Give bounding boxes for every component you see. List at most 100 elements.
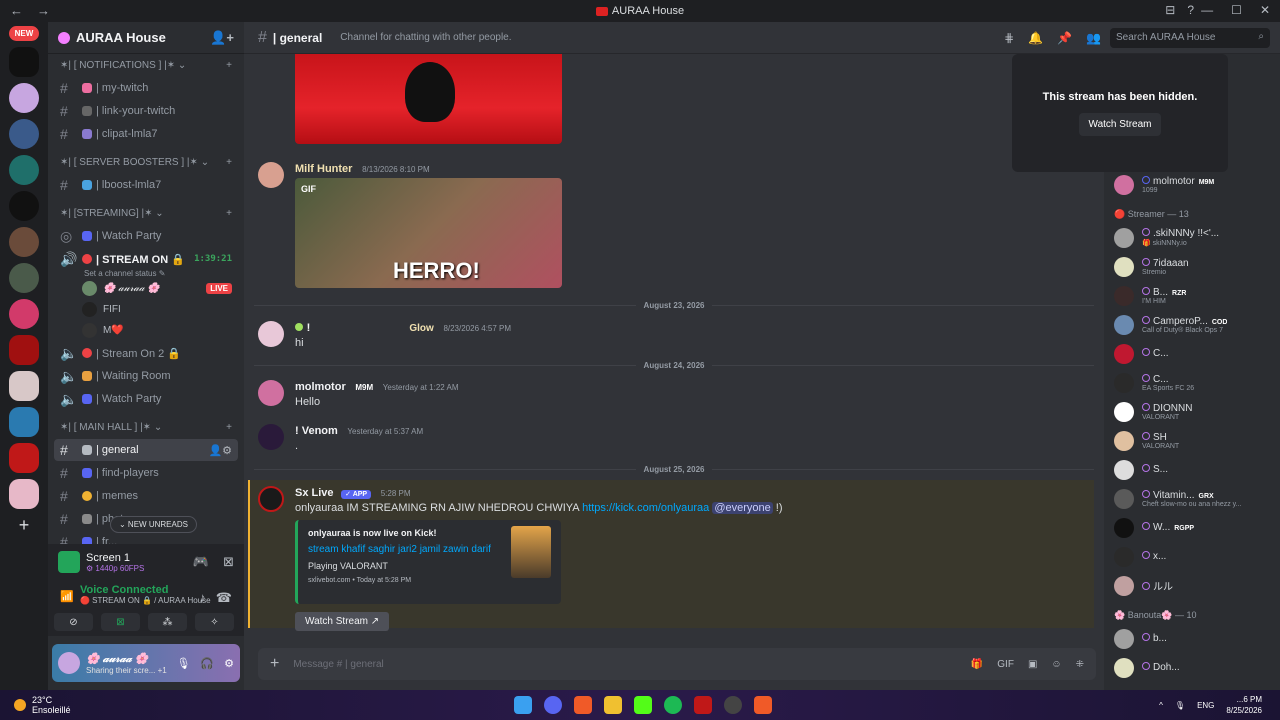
camera-off-button[interactable]: ⊘ <box>54 613 93 631</box>
back-arrow-icon[interactable]: ← <box>10 3 23 18</box>
member-list-icon[interactable]: 👥 <box>1086 31 1101 45</box>
pin-icon[interactable]: 📌 <box>1057 31 1072 45</box>
member-item[interactable]: S... <box>1104 455 1280 484</box>
member-item[interactable]: b... <box>1104 624 1280 653</box>
message-author[interactable]: ! <box>307 322 314 334</box>
channel-memes[interactable]: # | memes <box>54 485 238 507</box>
chevron-up-icon[interactable]: ^ <box>1159 701 1163 710</box>
settings-icon[interactable]: ⚙ <box>224 657 234 670</box>
message-author[interactable]: molmotor <box>295 381 346 393</box>
member-item[interactable]: 7idaaan Stremio <box>1104 252 1280 281</box>
channel-stream-on[interactable]: 🔊 | STREAM ON 🔒 1:39:21 <box>54 248 238 270</box>
threads-icon[interactable]: ⋕ <box>1004 31 1014 45</box>
message-input[interactable]: Message # | general <box>293 659 383 670</box>
channel-watch-party-2[interactable]: 🔈 | Watch Party <box>54 388 238 410</box>
bell-icon[interactable]: 🔔 <box>1028 31 1043 45</box>
member-item[interactable]: ルル <box>1104 571 1280 600</box>
server-icon[interactable] <box>9 47 39 77</box>
server-icon[interactable] <box>9 83 39 113</box>
add-member-icon[interactable]: 👤+ <box>210 30 234 46</box>
server-icon[interactable] <box>9 191 39 221</box>
microphone-icon[interactable]: 🎙 <box>1175 701 1185 710</box>
add-channel-icon[interactable]: + <box>226 422 232 433</box>
voice-user[interactable]: FIFI <box>54 299 238 320</box>
gamepad-icon[interactable]: 🎮 <box>193 554 209 570</box>
soundboard-button[interactable]: ✧ <box>195 613 234 631</box>
server-icon[interactable] <box>9 227 39 257</box>
add-channel-icon[interactable]: + <box>226 157 232 168</box>
gif-image[interactable]: GIF HERRO! <box>295 178 562 288</box>
channel-my-twitch[interactable]: # | my-twitch <box>54 77 238 99</box>
kick-link[interactable]: https://kick.com/onlyauraa <box>582 502 709 514</box>
server-icon[interactable] <box>9 263 39 293</box>
add-channel-icon[interactable]: + <box>226 208 232 219</box>
channel-status-input[interactable]: Set a channel status ✎ <box>54 269 238 278</box>
sticker-icon[interactable]: ▣ <box>1028 659 1037 670</box>
watch-stream-button[interactable]: Watch Stream ↗ <box>295 612 390 631</box>
member-item[interactable]: x... <box>1104 542 1280 571</box>
server-icon[interactable] <box>9 479 39 509</box>
albania-flag-image[interactable] <box>295 54 562 144</box>
channel-link-your-twitch[interactable]: # | link-your-twitch <box>54 100 238 122</box>
server-header[interactable]: AURAA House 👤+ <box>48 22 244 54</box>
steam-icon[interactable] <box>724 696 742 714</box>
member-item[interactable]: Vitamin... GRX Cheft slow-mo ou ana nhezz … <box>1104 484 1280 513</box>
member-item[interactable]: SH VALORANT <box>1104 426 1280 455</box>
category-streaming[interactable]: ✶| [STREAMING] |✶ ⌄ + <box>54 202 238 224</box>
soundboard-icon[interactable]: ♪ <box>199 590 206 606</box>
channel-general[interactable]: # | general 👤⚙ <box>54 439 238 461</box>
invite-settings-icon[interactable]: 👤⚙ <box>208 444 232 457</box>
activities-button[interactable]: ⁂ <box>148 613 187 631</box>
channel-watch-party[interactable]: ◎ | Watch Party <box>54 225 238 247</box>
member-item[interactable]: molmotor M9M 1099 <box>1104 170 1280 199</box>
member-item[interactable]: Doh... <box>1104 653 1280 682</box>
maximize-button[interactable]: ☐ <box>1231 3 1242 17</box>
channel-find-players[interactable]: # | find-players <box>54 462 238 484</box>
channel-topic[interactable]: Channel for chatting with other people. <box>340 32 511 43</box>
file-explorer-icon[interactable] <box>604 696 622 714</box>
server-icon[interactable] <box>9 443 39 473</box>
category-main-hall[interactable]: ✶| [ MAIN HALL ] |✶ ⌄ + <box>54 416 238 438</box>
new-badge[interactable]: NEW <box>8 26 40 41</box>
microphone-icon[interactable]: 🎙 <box>176 657 190 670</box>
channel-clipat[interactable]: # | clipat-lmla7 <box>54 123 238 145</box>
inbox-icon[interactable]: ⊟ <box>1165 3 1175 17</box>
avatar[interactable] <box>258 380 284 406</box>
message-author[interactable]: Sx Live <box>295 487 334 499</box>
server-icon[interactable] <box>9 299 39 329</box>
member-item[interactable]: CamperoP... COD Call of Duty® Black Ops 7 <box>1104 310 1280 339</box>
voice-user[interactable]: M❤️ <box>54 320 238 341</box>
server-icon[interactable] <box>9 155 39 185</box>
minimize-button[interactable]: — <box>1201 3 1213 17</box>
windows-start-icon[interactable] <box>514 696 532 714</box>
disconnect-icon[interactable]: ☎ <box>216 590 232 606</box>
add-channel-icon[interactable]: + <box>226 60 232 71</box>
app-icon[interactable] <box>694 696 712 714</box>
message-author[interactable]: Milf Hunter <box>295 163 352 175</box>
channel-waiting-room[interactable]: 🔈 | Waiting Room <box>54 365 238 387</box>
channel-stream-on-2[interactable]: 🔈 | Stream On 2 🔒 <box>54 342 238 364</box>
avatar[interactable] <box>258 162 284 188</box>
brave-icon[interactable] <box>574 696 592 714</box>
gift-icon[interactable]: 🎁 <box>971 659 983 670</box>
avatar[interactable] <box>258 321 284 347</box>
kick-icon[interactable] <box>634 696 652 714</box>
language-indicator[interactable]: ENG <box>1197 701 1214 710</box>
forward-arrow-icon[interactable]: → <box>37 3 50 18</box>
discord-icon[interactable] <box>544 696 562 714</box>
new-unreads-button[interactable]: ⌄ NEW UNREADS <box>110 516 197 533</box>
member-item[interactable]: C... EA Sports FC 26 <box>1104 368 1280 397</box>
user-panel[interactable]: 🌸 𝒶𝓊𝓇𝒶𝒶 🌸 Sharing their scre... +1 🎙 🎧 ⚙ <box>52 644 240 682</box>
spotify-icon[interactable] <box>664 696 682 714</box>
member-item[interactable]: DIONNN VALORANT <box>1104 397 1280 426</box>
screen-thumbnail[interactable] <box>58 551 80 573</box>
upload-icon[interactable]: + <box>270 655 279 673</box>
message-author[interactable]: ! Venom <box>295 425 338 437</box>
server-icon[interactable] <box>9 371 39 401</box>
category-notifications[interactable]: ✶| [ NOTIFICATIONS ] |✶ ⌄ + <box>54 54 238 76</box>
help-icon[interactable]: ? <box>1187 3 1194 17</box>
emoji-icon[interactable]: ☺ <box>1051 659 1061 670</box>
message-composer[interactable]: + Message # | general 🎁 GIF ▣ ☺ ⁜ <box>258 648 1096 680</box>
server-icon[interactable] <box>9 119 39 149</box>
server-icon[interactable] <box>9 407 39 437</box>
